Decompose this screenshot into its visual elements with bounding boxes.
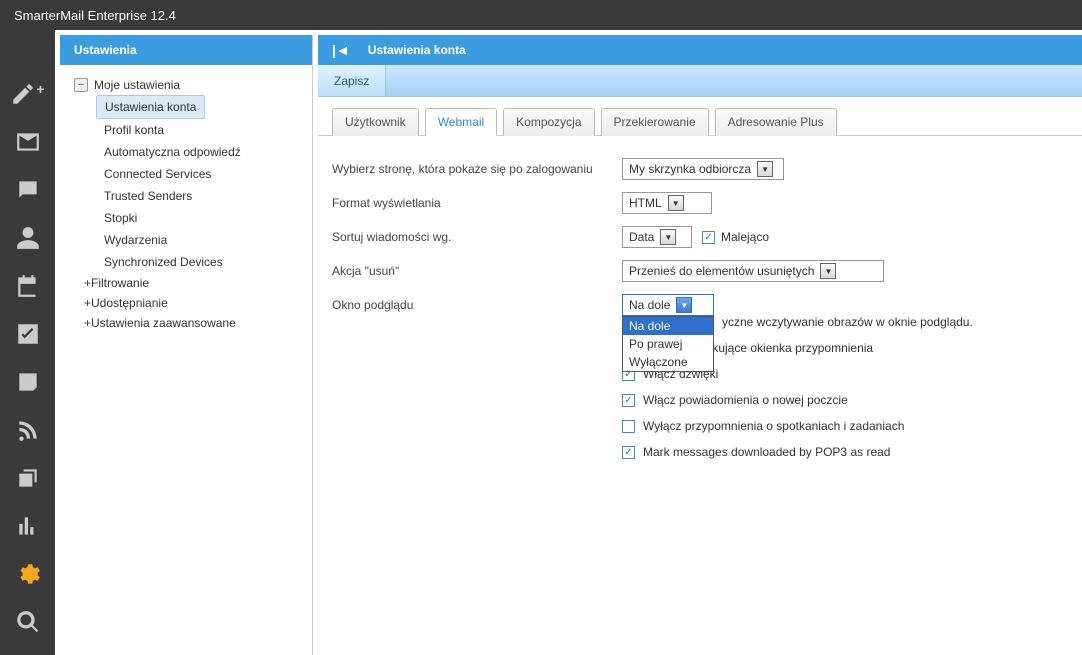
chart-icon — [15, 513, 41, 539]
left-panel-title: Ustawienia — [74, 43, 137, 57]
tree-item-profile[interactable]: Profil konta — [96, 119, 312, 141]
rail-notes[interactable] — [0, 358, 55, 406]
label-delete-action: Akcja "usuń" — [332, 264, 622, 278]
calendar-icon: 07 — [15, 273, 41, 299]
tab-plus-addressing[interactable]: Adresowanie Plus — [715, 108, 837, 136]
checkbox-label: Wyłącz przypomnienia o spotkaniach i zad… — [643, 419, 904, 433]
tree-item-sync-devices[interactable]: Synchronized Devices — [96, 251, 312, 273]
user-icon — [15, 225, 41, 251]
expand-icon[interactable]: + — [84, 276, 91, 290]
select-display-format[interactable]: HTML ▼ — [622, 192, 712, 214]
rail-reports[interactable] — [0, 502, 55, 550]
checkbox-descending[interactable]: ✓ — [702, 231, 715, 244]
compose-button[interactable]: + — [0, 70, 55, 118]
tree-label: Moje ustawienia — [94, 78, 180, 92]
icon-rail: + 07 — [0, 30, 55, 655]
svg-text:07: 07 — [23, 286, 34, 297]
collapse-icon[interactable]: − — [74, 78, 88, 92]
tab-compose[interactable]: Kompozycja — [503, 108, 594, 136]
dropdown-icon: ▼ — [676, 297, 692, 313]
tree-item-connected-services[interactable]: Connected Services — [96, 163, 312, 185]
app-title-bar: SmarterMail Enterprise 12.4 — [0, 0, 1082, 30]
tree-node-my-settings[interactable]: − Moje ustawienia — [60, 75, 312, 95]
select-value: Przenieś do elementów usuniętych — [629, 264, 814, 278]
gear-icon — [15, 561, 41, 587]
select-sort-by[interactable]: Data ▼ — [622, 226, 692, 248]
dropdown-option[interactable]: Wyłączone — [623, 353, 713, 371]
checkbox-label-tail: yczne wczytywanie obrazów w oknie podglą… — [722, 315, 973, 329]
dropdown-icon: ▼ — [668, 195, 684, 211]
left-panel-header: Ustawienia — [60, 35, 312, 65]
tab-webmail[interactable]: Webmail — [425, 108, 497, 136]
rail-chat[interactable] — [0, 166, 55, 214]
content-panel: |◄ Ustawienia konta Zapisz Użytkownik We… — [318, 35, 1082, 655]
label-preview-window: Okno podglądu — [332, 298, 622, 312]
dropdown-preview-options: Na dole Po prawej Wyłączone — [622, 316, 714, 372]
note-icon — [15, 369, 41, 395]
tree-node-advanced[interactable]: + Ustawienia zaawansowane — [60, 313, 312, 333]
checkbox-pop3-read[interactable]: ✓ — [622, 446, 635, 459]
search-icon — [15, 609, 41, 635]
label-display-format: Format wyświetlania — [332, 196, 622, 210]
content-title: Ustawienia konta — [368, 43, 466, 57]
tree-item-account-settings[interactable]: Ustawienia konta — [96, 95, 205, 119]
select-login-page[interactable]: My skrzynka odbiorcza ▼ — [622, 158, 784, 180]
collapse-left-icon[interactable]: |◄ — [332, 42, 350, 58]
tree-item-events[interactable]: Wydarzenia — [96, 229, 312, 251]
dropdown-option[interactable]: Na dole — [623, 317, 713, 335]
label-login-page: Wybierz stronę, która pokaże się po zalo… — [332, 162, 622, 176]
rail-calendar[interactable]: 07 — [0, 262, 55, 310]
checkbox-disable-meeting-reminders[interactable] — [622, 420, 635, 433]
mail-icon — [15, 129, 41, 155]
select-preview-window[interactable]: Na dole ▼ — [622, 294, 714, 316]
tab-user[interactable]: Użytkownik — [332, 108, 419, 136]
label-sort-by: Sortuj wiadomości wg. — [332, 230, 622, 244]
checkbox-label: Włącz powiadomienia o nowej poczcie — [643, 393, 848, 407]
select-value: HTML — [629, 196, 662, 210]
dropdown-icon: ▼ — [757, 161, 773, 177]
select-value: Data — [629, 230, 654, 244]
rail-mail[interactable] — [0, 118, 55, 166]
tree-label: Ustawienia zaawansowane — [91, 316, 236, 330]
rss-icon — [15, 417, 41, 443]
tree-label: Udostępnianie — [91, 296, 168, 310]
rail-search[interactable] — [0, 598, 55, 646]
checkbox-label: Mark messages downloaded by POP3 as read — [643, 445, 890, 459]
check-icon — [15, 321, 41, 347]
tab-forwarding[interactable]: Przekierowanie — [601, 108, 709, 136]
form-area: Wybierz stronę, która pokaże się po zalo… — [318, 136, 1082, 493]
tree-item-trusted-senders[interactable]: Trusted Senders — [96, 185, 312, 207]
tree-node-sharing[interactable]: + Udostępnianie — [60, 293, 312, 313]
expand-icon[interactable]: + — [84, 316, 91, 330]
checkbox-new-mail-notify[interactable]: ✓ — [622, 394, 635, 407]
expand-icon[interactable]: + — [84, 296, 91, 310]
rail-rss[interactable] — [0, 406, 55, 454]
rail-tasks[interactable] — [0, 310, 55, 358]
tree-node-filtering[interactable]: + Filtrowanie — [60, 273, 312, 293]
settings-tree-panel: Ustawienia − Moje ustawienia Ustawienia … — [60, 35, 313, 655]
save-button[interactable]: Zapisz — [318, 65, 386, 96]
tree-label: Filtrowanie — [91, 276, 149, 290]
select-value: My skrzynka odbiorcza — [629, 162, 751, 176]
dropdown-icon: ▼ — [820, 263, 836, 279]
rail-files[interactable] — [0, 454, 55, 502]
dropdown-icon: ▼ — [660, 229, 676, 245]
compose-icon — [10, 81, 36, 107]
tree-item-autoreply[interactable]: Automatyczna odpowiedź — [96, 141, 312, 163]
select-delete-action[interactable]: Przenieś do elementów usuniętych ▼ — [622, 260, 884, 282]
select-value: Na dole — [629, 298, 670, 312]
plus-icon: + — [36, 81, 44, 97]
rail-contacts[interactable] — [0, 214, 55, 262]
app-title: SmarterMail Enterprise 12.4 — [14, 8, 176, 23]
tabs-bar: Użytkownik Webmail Kompozycja Przekierow… — [318, 97, 1082, 136]
chat-icon — [15, 177, 41, 203]
toolbar: Zapisz — [318, 65, 1082, 97]
rail-settings[interactable] — [0, 550, 55, 598]
checkbox-label: Malejąco — [721, 230, 769, 244]
dropdown-option[interactable]: Po prawej — [623, 335, 713, 353]
content-header: |◄ Ustawienia konta — [318, 35, 1082, 65]
files-icon — [15, 465, 41, 491]
tree-item-signatures[interactable]: Stopki — [96, 207, 312, 229]
